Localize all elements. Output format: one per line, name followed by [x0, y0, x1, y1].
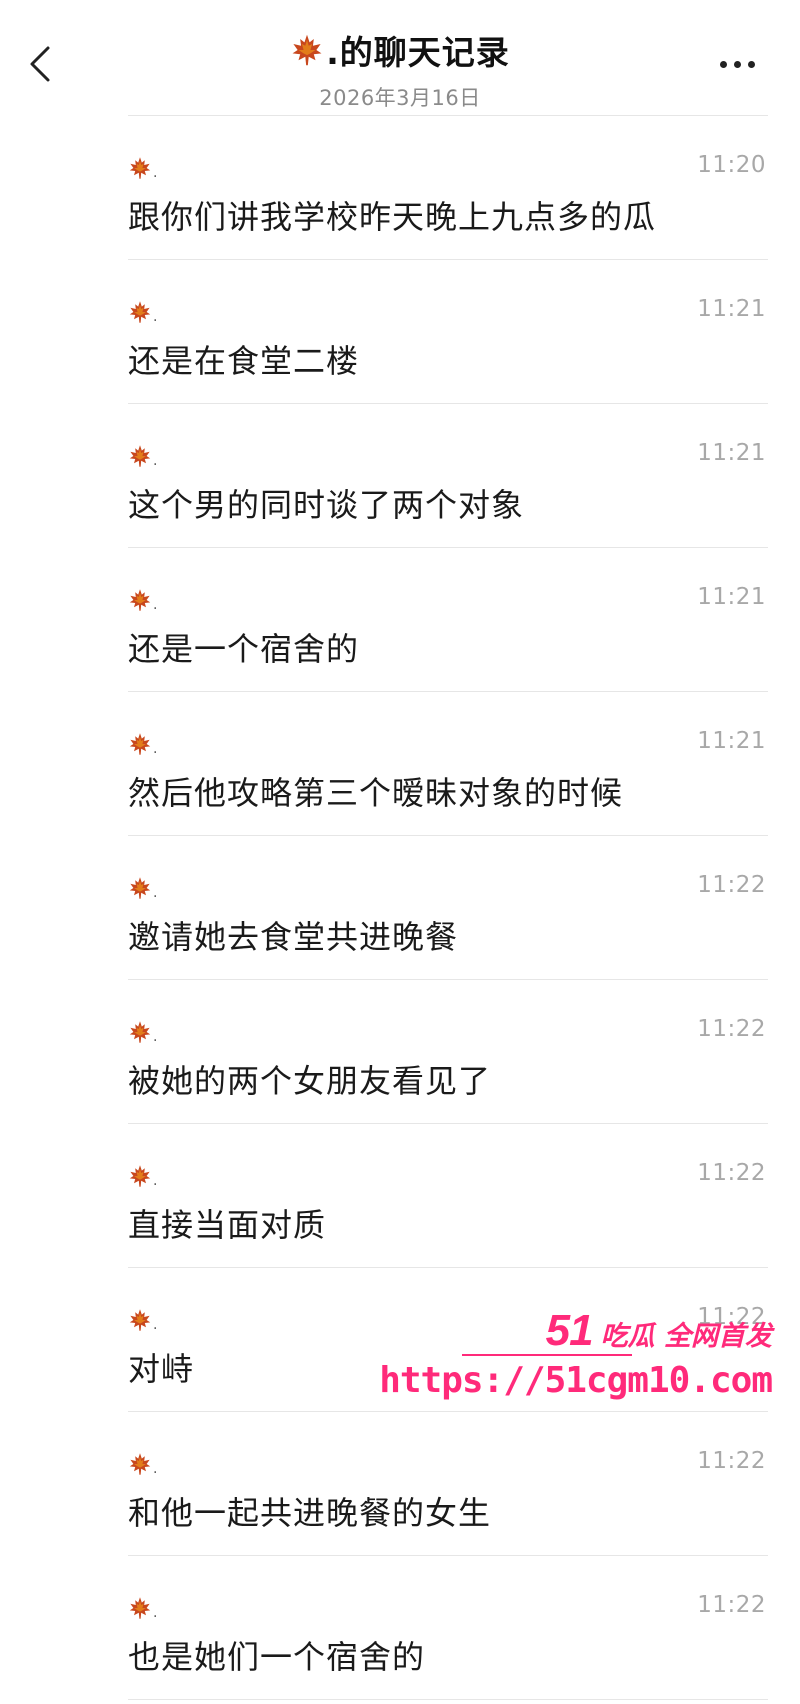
message-text: 还是一个宿舍的: [128, 630, 360, 668]
sender-name: .: [153, 1461, 158, 1477]
message-text: 和他一起共进晚餐的女生: [128, 1494, 492, 1532]
message-time: 11:21: [697, 296, 766, 322]
maple-leaf-icon: [292, 34, 322, 66]
message-time: 11:22: [697, 1592, 766, 1618]
message-text: 邀请她去食堂共进晚餐: [128, 918, 459, 956]
more-options-button[interactable]: [712, 46, 762, 82]
message-sender: .: [128, 1450, 157, 1476]
chat-date: 2026年3月16日: [319, 86, 481, 110]
maple-leaf-icon: [129, 733, 151, 755]
message-item[interactable]: . 11:22 邀请她去食堂共进晚餐: [128, 836, 768, 980]
page-title: .的聊天记录: [326, 33, 510, 72]
sender-name: .: [153, 885, 158, 901]
message-text: 然后他攻略第三个暧昧对象的时候: [128, 774, 624, 812]
message-item[interactable]: . 11:21 还是一个宿舍的: [128, 548, 768, 692]
message-sender: .: [128, 586, 157, 612]
message-time: 11:22: [697, 1304, 766, 1330]
message-time: 11:21: [697, 728, 766, 754]
sender-name: .: [153, 1029, 158, 1045]
message-sender: .: [128, 730, 157, 756]
message-time: 11:22: [697, 1160, 766, 1186]
message-sender: .: [128, 154, 157, 180]
maple-leaf-icon: [129, 157, 151, 179]
chat-history-header: .的聊天记录 2026年3月16日: [0, 0, 800, 116]
sender-name: .: [153, 597, 158, 613]
message-item[interactable]: . 11:21 还是在食堂二楼: [128, 260, 768, 404]
message-text: 跟你们讲我学校昨天晚上九点多的瓜: [128, 198, 657, 236]
more-dots-icon: [719, 60, 727, 68]
maple-leaf-icon: [129, 1165, 151, 1187]
message-sender: .: [128, 1162, 157, 1188]
message-text: 被她的两个女朋友看见了: [128, 1062, 492, 1100]
message-list: . 11:20 跟你们讲我学校昨天晚上九点多的瓜. 11:21 还是在食堂二楼. 11:2…: [128, 116, 768, 1700]
message-time: 11:22: [697, 872, 766, 898]
message-text: 还是在食堂二楼: [128, 342, 360, 380]
maple-leaf-icon: [129, 1021, 151, 1043]
message-time: 11:20: [697, 152, 766, 178]
message-text: 也是她们一个宿舍的: [128, 1638, 426, 1676]
maple-leaf-icon: [129, 301, 151, 323]
maple-leaf-icon: [129, 1453, 151, 1475]
message-time: 11:21: [697, 440, 766, 466]
message-sender: .: [128, 1018, 157, 1044]
sender-name: .: [153, 741, 158, 757]
maple-leaf-icon: [129, 445, 151, 467]
maple-leaf-icon: [129, 589, 151, 611]
sender-name: .: [153, 309, 158, 325]
maple-leaf-icon: [129, 1309, 151, 1331]
message-sender: .: [128, 874, 157, 900]
message-sender: .: [128, 442, 157, 468]
message-item[interactable]: . 11:22 也是她们一个宿舍的: [128, 1556, 768, 1700]
message-time: 11:21: [697, 584, 766, 610]
title-block: .的聊天记录 2026年3月16日: [0, 26, 800, 112]
message-sender: .: [128, 1306, 157, 1332]
message-item[interactable]: . 11:20 跟你们讲我学校昨天晚上九点多的瓜: [128, 116, 768, 260]
message-sender: .: [128, 298, 157, 324]
message-text: 直接当面对质: [128, 1206, 327, 1244]
maple-leaf-icon: [129, 1597, 151, 1619]
message-time: 11:22: [697, 1448, 766, 1474]
message-item[interactable]: . 11:22 被她的两个女朋友看见了: [128, 980, 768, 1124]
message-item[interactable]: . 11:22 对峙: [128, 1268, 768, 1412]
sender-name: .: [153, 1317, 158, 1333]
message-item[interactable]: . 11:21 然后他攻略第三个暧昧对象的时候: [128, 692, 768, 836]
sender-name: .: [153, 165, 158, 181]
message-time: 11:22: [697, 1016, 766, 1042]
message-text: 这个男的同时谈了两个对象: [128, 486, 525, 524]
message-item[interactable]: . 11:21 这个男的同时谈了两个对象: [128, 404, 768, 548]
sender-name: .: [153, 453, 158, 469]
maple-leaf-icon: [129, 877, 151, 899]
message-item[interactable]: . 11:22 和他一起共进晚餐的女生: [128, 1412, 768, 1556]
message-sender: .: [128, 1594, 157, 1620]
sender-name: .: [153, 1173, 158, 1189]
message-text: 对峙: [128, 1350, 195, 1388]
sender-name: .: [153, 1605, 158, 1621]
message-item[interactable]: . 11:22 直接当面对质: [128, 1124, 768, 1268]
